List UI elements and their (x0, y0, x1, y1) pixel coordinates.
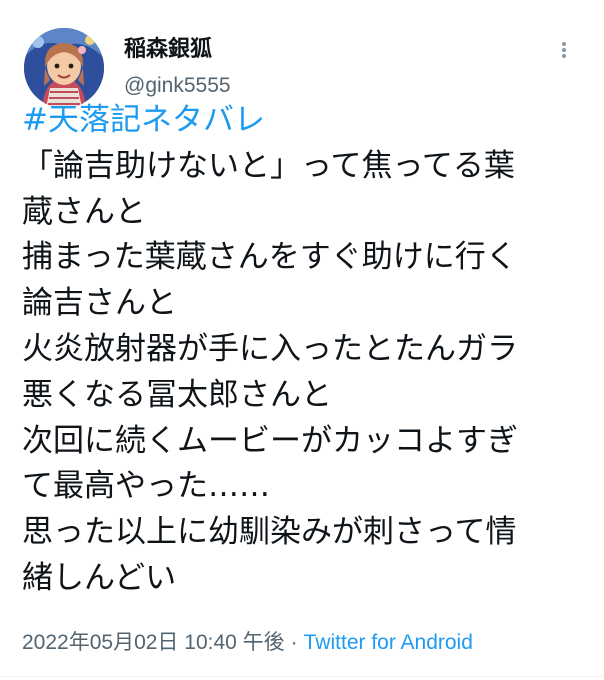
avatar-illustration (24, 28, 104, 108)
divider (0, 676, 604, 677)
tweet-line: 火炎放射器が手に入ったとたんガラ (22, 330, 518, 367)
tweet-card: 稲森銀狐 @gink5555 #天落記ネタバレ 「論吉助けないと」って焦ってる葉… (0, 0, 604, 680)
tweet-line: 捕まった葉蔵さんをすぐ助けに行く (22, 239, 517, 276)
more-options-button[interactable] (546, 32, 582, 68)
more-dots-icon (562, 42, 566, 46)
hashtag-link[interactable]: #天落記ネタバレ (22, 98, 592, 144)
tweet-line: 次回に続くムービーがカッコよすぎ (22, 422, 518, 459)
tweet-line: 蔵さんと (22, 193, 146, 230)
tweet-header: 稲森銀狐 @gink5555 (22, 14, 584, 108)
tweet-meta: 2022年05月02日 10:40 午後 · Twitter for Android (22, 628, 473, 658)
tweet-source-link[interactable]: Twitter for Android (304, 631, 473, 654)
avatar[interactable] (24, 28, 104, 108)
tweet-line: て最高やった…… (22, 468, 270, 505)
tweet-text: #天落記ネタバレ 「論吉助けないと」って焦ってる葉 蔵さんと 捕まった葉蔵さんを… (22, 98, 592, 602)
more-dots-icon (562, 54, 566, 58)
tweet-line: 緒しんどい (22, 559, 177, 596)
author-display-name[interactable]: 稲森銀狐 (124, 36, 231, 64)
tweet-line: 論吉さんと (22, 285, 177, 322)
tweet-line: 思った以上に幼馴染みが刺さって情 (22, 514, 517, 551)
author-names: 稲森銀狐 @gink5555 (124, 36, 231, 99)
meta-separator: · (290, 631, 298, 654)
tweet-line: 悪くなる冨太郎さんと (22, 376, 332, 413)
author-handle[interactable]: @gink5555 (124, 73, 231, 99)
tweet-line: 「論吉助けないと」って焦ってる葉 (22, 147, 515, 184)
more-dots-icon (562, 48, 566, 52)
tweet-timestamp[interactable]: 2022年05月02日 10:40 午後 (22, 631, 285, 654)
